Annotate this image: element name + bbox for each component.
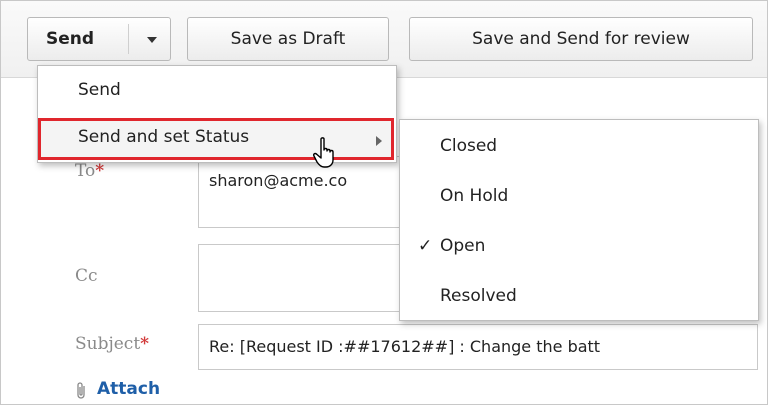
- status-item-open[interactable]: Open: [440, 236, 485, 256]
- required-mark: *: [95, 161, 105, 181]
- status-submenu: Closed On Hold ✓ Open Resolved: [399, 119, 759, 321]
- split-separator: [128, 24, 129, 54]
- status-item-resolved[interactable]: Resolved: [440, 286, 517, 306]
- send-split-button[interactable]: Send: [27, 17, 171, 61]
- subject-value: Re: [Request ID :##17612##] : Change the…: [209, 337, 601, 356]
- status-item-closed[interactable]: Closed: [440, 136, 497, 156]
- send-button-label[interactable]: Send: [46, 18, 94, 60]
- cc-label: Cc: [75, 266, 98, 286]
- caret-right-icon: [376, 136, 382, 146]
- subject-field[interactable]: Re: [Request ID :##17612##] : Change the…: [198, 324, 758, 370]
- required-mark: *: [140, 334, 150, 354]
- paperclip-icon: [77, 382, 85, 399]
- menu-item-send-and-set-status[interactable]: Send and set Status: [78, 127, 249, 147]
- save-and-send-for-review-button[interactable]: Save and Send for review: [409, 17, 753, 61]
- status-item-on-hold[interactable]: On Hold: [440, 186, 508, 206]
- hand-pointer-icon: [313, 137, 334, 168]
- send-dropdown-menu: Send Send and set Status: [37, 65, 397, 163]
- attach-link[interactable]: Attach: [97, 379, 160, 399]
- compose-window: Send Save as Draft Save and Send for rev…: [0, 0, 768, 405]
- menu-item-send[interactable]: Send: [78, 80, 121, 100]
- to-value: sharon@acme.co: [209, 171, 348, 190]
- checkmark-icon: ✓: [418, 236, 433, 256]
- to-label: To*: [75, 161, 105, 181]
- caret-down-icon[interactable]: [147, 37, 157, 43]
- save-as-draft-button[interactable]: Save as Draft: [187, 17, 389, 61]
- subject-label: Subject*: [75, 334, 150, 354]
